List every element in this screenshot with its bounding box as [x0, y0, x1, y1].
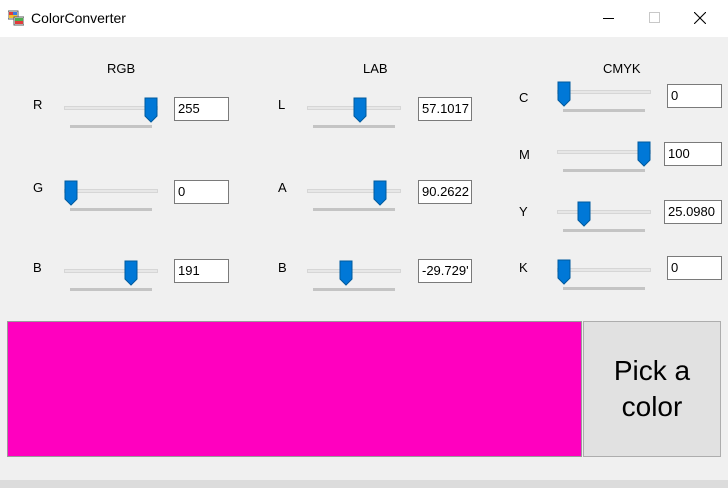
lab-b-input[interactable]: -29.729'	[418, 259, 472, 283]
cmyk-c-label: C	[519, 90, 529, 105]
lab-b-slider-thumb[interactable]	[339, 260, 353, 286]
cmyk-m-label: M	[519, 147, 530, 162]
cmyk-c-input[interactable]: 0	[667, 84, 722, 108]
cmyk-k-label: K	[519, 260, 528, 275]
lab-a-label: A	[278, 180, 287, 195]
rgb-r-slider-tick-bar	[70, 125, 152, 128]
rgb-b-input[interactable]: 191	[174, 259, 229, 283]
lab-l-slider-tick-bar	[313, 125, 395, 128]
cmyk-c-slider-track[interactable]	[557, 90, 651, 94]
rgb-r-input[interactable]: 255	[174, 97, 229, 121]
rgb-b-slider-track[interactable]	[64, 269, 158, 273]
app-icon	[8, 10, 24, 26]
window-title: ColorConverter	[31, 10, 126, 26]
rgb-b-slider-thumb[interactable]	[124, 260, 138, 286]
rgb-b-slider-tick-bar	[70, 288, 152, 291]
lab-a-input[interactable]: 90.2622	[418, 180, 472, 204]
rgb-g-label: G	[33, 180, 44, 195]
lab-a-slider-thumb[interactable]	[373, 180, 387, 206]
lab-b-slider-track[interactable]	[307, 269, 401, 273]
lab-group-title: LAB	[363, 61, 388, 76]
lab-l-slider-thumb[interactable]	[353, 97, 367, 123]
lab-a-slider-tick-bar	[313, 208, 395, 211]
maximize-icon	[649, 12, 660, 23]
lab-l-input[interactable]: 57.1017	[418, 97, 472, 121]
lab-l-label: L	[278, 97, 286, 112]
cmyk-k-slider-track[interactable]	[557, 268, 651, 272]
cmyk-y-label: Y	[519, 204, 528, 219]
cmyk-k-slider-thumb[interactable]	[557, 259, 571, 285]
rgb-r-label: R	[33, 97, 43, 112]
cmyk-y-slider-track[interactable]	[557, 210, 651, 214]
rgb-g-slider-tick-bar	[70, 208, 152, 211]
maximize-button[interactable]	[632, 0, 678, 37]
cmyk-m-slider-tick-bar	[563, 169, 645, 172]
rgb-r-slider-thumb[interactable]	[144, 97, 158, 123]
cmyk-m-input[interactable]: 100	[664, 142, 722, 166]
pick-color-button[interactable]: Pick a color	[583, 321, 721, 457]
close-button[interactable]	[677, 0, 723, 37]
rgb-g-slider-thumb[interactable]	[64, 180, 78, 206]
cmyk-c-slider-thumb[interactable]	[557, 81, 571, 107]
minimize-button[interactable]	[586, 0, 632, 37]
cmyk-y-slider-tick-bar	[563, 229, 645, 232]
cmyk-group-title: CMYK	[603, 61, 641, 76]
lab-b-label: B	[278, 260, 287, 275]
window-bottom-edge	[0, 480, 728, 488]
rgb-b-label: B	[33, 260, 42, 275]
cmyk-c-slider-tick-bar	[563, 109, 645, 112]
cmyk-y-input[interactable]: 25.0980	[664, 200, 722, 224]
cmyk-k-slider-tick-bar	[563, 287, 645, 290]
cmyk-k-input[interactable]: 0	[667, 256, 722, 280]
minimize-icon	[603, 18, 614, 19]
lab-b-slider-tick-bar	[313, 288, 395, 291]
cmyk-y-slider-thumb[interactable]	[577, 201, 591, 227]
cmyk-m-slider-thumb[interactable]	[637, 141, 651, 167]
rgb-g-slider-track[interactable]	[64, 189, 158, 193]
color-converter-window: ColorConverter RGB R 255 G 0 B 191 LAB L	[0, 0, 728, 488]
close-icon	[694, 12, 706, 24]
title-bar[interactable]: ColorConverter	[0, 0, 728, 37]
rgb-g-input[interactable]: 0	[174, 180, 229, 204]
pick-color-button-label: Pick a color	[613, 355, 691, 422]
color-preview-swatch	[7, 321, 582, 457]
rgb-group-title: RGB	[107, 61, 136, 76]
